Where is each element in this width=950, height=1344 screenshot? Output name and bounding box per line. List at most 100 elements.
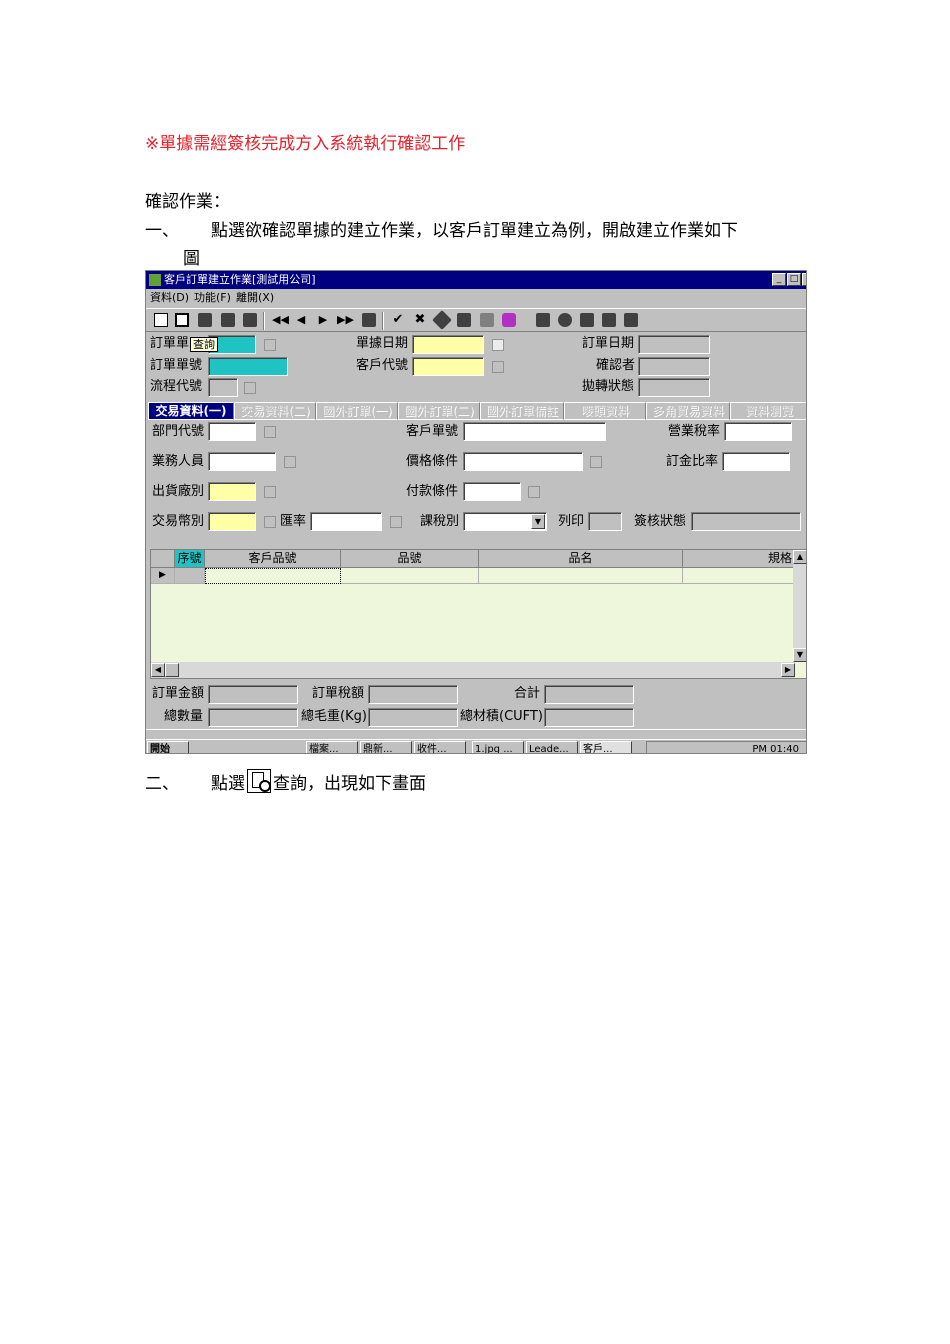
col-item-name[interactable]: 品名 [479,550,683,568]
menu-exit[interactable]: 離開(X) [236,289,274,307]
lookup-icon[interactable] [264,486,276,498]
search-icon[interactable] [558,313,572,327]
lookup-icon[interactable] [244,382,256,394]
deposit-label: 訂金比率 [666,454,719,469]
col-item-no[interactable]: 品號 [341,550,479,568]
exchange-field[interactable] [310,512,382,531]
tab-trade-1[interactable]: 交易資料(一) [148,402,234,420]
unapprove-icon[interactable] [457,313,471,327]
scroll-down-icon[interactable]: ▼ [793,648,806,662]
grid-settings-icon[interactable] [151,550,175,568]
tax-type-label: 課稅別 [420,514,460,529]
doc-date-label: 單據日期 [356,336,409,351]
last-record-icon[interactable]: ▶▶ [337,313,354,327]
table-cell[interactable] [683,568,795,584]
tab-marks[interactable]: 嘜頭資料 [564,402,646,420]
table-cell[interactable] [479,568,683,584]
minimize-button[interactable]: _ [772,273,786,286]
total-qty-label: 總數量 [164,709,204,724]
lookup-icon[interactable] [390,516,402,528]
confirm-icon[interactable]: ✔ [391,313,405,327]
scroll-up-icon[interactable]: ▲ [793,550,806,564]
query-icon[interactable] [175,313,189,327]
task-image[interactable]: 1.jpg ... [472,741,524,753]
confirmer-label: 確認者 [596,358,636,373]
col-customer-item[interactable]: 客戶品號 [205,550,341,568]
start-button[interactable]: 開始 [147,741,189,753]
tax-rate-field[interactable] [724,422,792,441]
tab-foreign-2[interactable]: 國外訂單(二) [398,402,480,420]
lookup-icon[interactable] [590,456,602,468]
prev-record-icon[interactable]: ◀ [294,313,308,327]
first-record-icon[interactable]: ◀◀ [272,313,289,327]
lookup-icon[interactable] [528,486,540,498]
tab-triangular-trade[interactable]: 多角貿易資料 [646,402,730,420]
new-icon[interactable] [154,313,168,327]
warehouse-field[interactable] [208,482,256,501]
table-cell[interactable] [175,568,205,584]
status-bar [146,729,806,739]
horizontal-scrollbar[interactable]: ◀ ▶ [151,662,795,678]
scroll-left-icon[interactable]: ◀ [151,663,165,677]
page-icon[interactable] [362,313,376,327]
col-spec[interactable]: 規格 [683,550,795,568]
dept-lookup-icon[interactable] [264,426,276,438]
lookup-icon[interactable] [264,516,276,528]
table-cell[interactable] [205,568,341,584]
vertical-scrollbar[interactable]: ▲ ▼ [793,550,806,662]
order-no-label: 訂單單號 [150,358,203,373]
close-button[interactable]: × [802,273,806,286]
lookup-icon[interactable] [492,361,504,373]
tab-browse[interactable]: 資料瀏覽 [730,402,806,420]
scroll-thumb[interactable] [165,663,179,677]
order-no-field[interactable] [208,357,288,376]
tax-type-select[interactable]: ▼ [463,512,547,531]
exit-icon[interactable] [624,313,638,327]
task-customer[interactable]: 客戶... [580,741,632,753]
task-leader[interactable]: Leade... [526,741,578,753]
dept-field[interactable] [208,422,256,441]
order-tax-field [368,685,458,704]
flow-code-field[interactable] [208,378,238,397]
approve-icon[interactable] [432,310,452,330]
maximize-button[interactable]: □ [787,273,801,286]
scroll-right-icon[interactable]: ▶ [781,663,795,677]
tab-foreign-1[interactable]: 國外訂單(一) [316,402,398,420]
calc-icon[interactable] [536,313,550,327]
lookup-icon[interactable] [264,339,276,351]
currency-field[interactable] [208,512,256,531]
customer-code-field[interactable] [412,357,484,376]
print-icon[interactable] [243,313,257,327]
chevron-down-icon[interactable]: ▼ [531,514,545,529]
tab-foreign-notes[interactable]: 國外訂單備註 [480,402,564,420]
next-record-icon[interactable]: ▶ [316,313,330,327]
price-terms-label: 價格條件 [406,454,459,469]
calendar-icon[interactable] [492,339,504,351]
sales-label: 業務人員 [152,454,205,469]
notes-icon[interactable] [602,313,616,327]
print-field [588,512,622,531]
table-cell[interactable] [341,568,479,584]
menu-data[interactable]: 資料(D) [150,289,189,307]
table-row[interactable]: ▶ [151,568,806,584]
task-inbox[interactable]: 收件... [414,741,466,753]
customer-order-field[interactable] [463,422,606,441]
task-files[interactable]: 檔案... [306,741,358,753]
task-dsc[interactable]: 鼎新... [360,741,412,753]
payment-field[interactable] [463,482,521,501]
delete-icon[interactable] [221,313,235,327]
price-terms-field[interactable] [463,452,583,471]
deposit-field[interactable] [722,452,790,471]
edit-icon[interactable] [580,313,594,327]
transfer-icon[interactable] [502,313,516,327]
col-seq[interactable]: 序號 [175,550,205,568]
copy-icon[interactable] [198,313,212,327]
filter-icon[interactable] [480,313,494,327]
tab-trade-2[interactable]: 交易資料(二) [234,402,316,420]
person-icon[interactable] [284,456,296,468]
sales-field[interactable] [208,452,276,471]
toolbar: ◀◀ ◀ ▶ ▶▶ ✔ ✖ [146,308,806,332]
cancel-confirm-icon[interactable]: ✖ [413,313,427,327]
doc-date-field[interactable] [412,335,484,354]
menu-function[interactable]: 功能(F) [194,289,231,307]
